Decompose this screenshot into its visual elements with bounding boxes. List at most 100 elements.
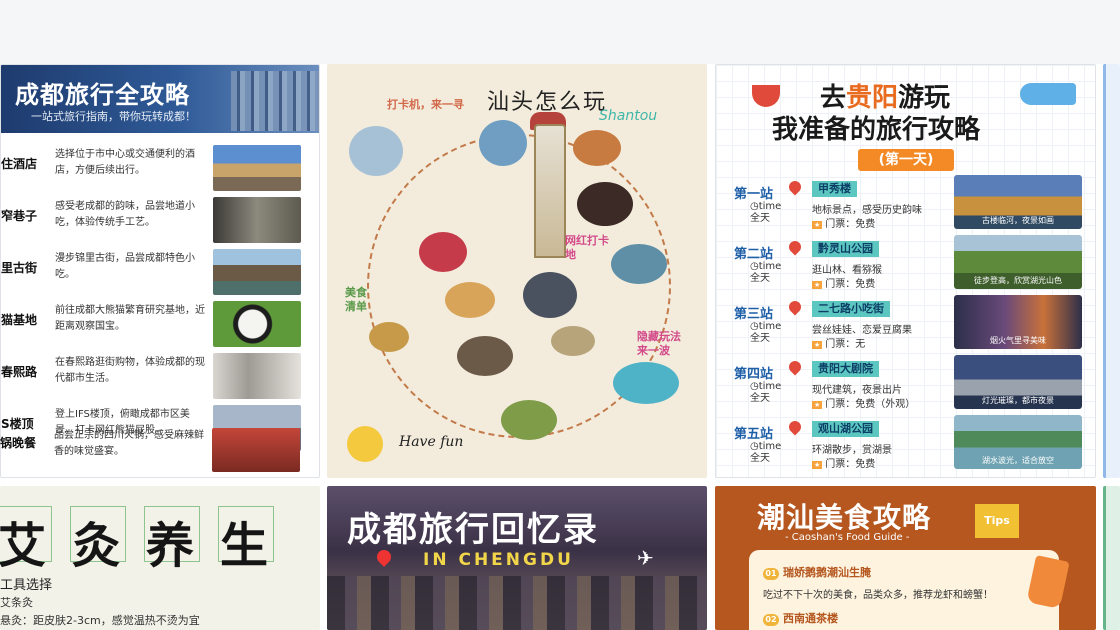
stop-time: ◷time 全天: [750, 441, 782, 464]
duration: 全天: [750, 273, 770, 284]
stop-ticket: ★ 门票：无: [812, 335, 865, 350]
item-desc: 在春熙路逛街购物，体验成都的现代都市生活。: [55, 357, 205, 384]
card-chaoshan-food[interactable]: 潮汕美食攻略 - Caoshan's Food Guide - Tips 01 瑞…: [715, 486, 1096, 630]
stop-time: ◷time 全天: [750, 381, 782, 404]
photo-blob: [479, 120, 527, 166]
ticket-icon: ★: [812, 461, 823, 469]
shantou-subtitle: Shantou: [599, 108, 658, 124]
stop-desc: 尝丝娃娃、恋爱豆腐果: [812, 325, 912, 336]
ticket-icon: ★: [812, 281, 823, 289]
duration: 全天: [750, 333, 770, 344]
stop-desc: 逛山林、看猕猴: [812, 265, 882, 276]
ticket-text: 门票：免费: [825, 279, 876, 290]
title-char: 生: [220, 518, 269, 574]
photo-blob: [457, 336, 513, 376]
stop-photo: 灯光璀璨，都市夜景: [954, 355, 1082, 409]
content-panel: 01 瑞娇鹅鹅潮汕生腌 吃过不下十次的美食，品类众多，推荐龙虾和螃蟹！ 02 西南通…: [749, 550, 1059, 630]
stop-place: 观山湖公园: [812, 421, 879, 437]
item-desc: 漫步锦里古街，品尝成都特色小吃。: [55, 253, 195, 280]
food-photo: [523, 272, 577, 318]
top-toolbar-area: [0, 0, 1120, 64]
tag-food-list: 美食清单: [345, 286, 367, 313]
location-pin-icon: [786, 418, 804, 436]
panda-photo: [213, 301, 301, 347]
location-pin-icon: [786, 238, 804, 256]
memory-subtitle: IN CHENGDU: [423, 550, 574, 570]
stop-photo: 古楼临河，夜景如画: [954, 175, 1082, 229]
list-item: 住酒店 选择位于市中心或交通便利的酒店，方便后续出行。: [1, 143, 319, 193]
card-chengdu-travel-guide[interactable]: 成都旅行全攻略 一站式旅行指南，带你玩转成都！ 住酒店 选择位于市中心或交通便利…: [0, 64, 320, 478]
train-icon: [1020, 83, 1076, 105]
stop-desc: 现代建筑，夜景出片: [812, 385, 902, 396]
card-moxibustion[interactable]: 艾 灸 养 生 工具选择 艾条灸 悬灸：距皮肤2-3cm，感觉温热不烫为宜: [0, 486, 320, 630]
hotpot-photo: [212, 428, 300, 472]
photo-blob: [577, 182, 633, 226]
list-item: 窄巷子 感受老成都的韵味，品尝地道小吃，体验传统手工艺。: [1, 195, 319, 245]
stop-row: 第一站 甲秀楼 ◷time 全天 地标景点，感受历史韵味 ★ 门票：免费 古楼临河，…: [716, 171, 1095, 231]
food-photo: [369, 322, 409, 352]
item-title-text: 西南通茶楼: [783, 612, 838, 625]
time-label: time: [758, 201, 782, 212]
stop-desc: 地标景点，感受历史韵味: [812, 205, 922, 216]
item-title-text: 瑞娇鹅鹅潮汕生腌: [783, 566, 871, 579]
tips-badge: Tips: [975, 504, 1019, 538]
photo-caption: 烟火气里寻美味: [990, 336, 1046, 345]
item-name: 窄巷子: [1, 209, 38, 223]
stop-label: 第四站: [734, 367, 774, 382]
section-heading: 工具选择: [0, 578, 53, 593]
lighthouse-icon: [534, 124, 566, 258]
item-desc: 选择位于市中心或交通便利的酒店，方便后续出行。: [55, 149, 195, 176]
stop-place: 二七路小吃街: [812, 301, 890, 317]
photo-caption: 灯光璀璨，都市夜景: [982, 396, 1054, 405]
shopping-street-photo: [213, 353, 301, 399]
memory-title: 成都旅行回忆录: [347, 510, 599, 550]
item-name: 猫基地: [1, 313, 38, 327]
ticket-text: 门票：无: [825, 339, 866, 350]
chengdu-banner: 成都旅行全攻略 一站式旅行指南，带你玩转成都！: [1, 65, 319, 133]
card-chengdu-memory[interactable]: 成都旅行回忆录 IN CHENGDU ✈: [327, 486, 707, 630]
stop-place: 黔灵山公园: [812, 241, 879, 257]
chaoshan-subtitle: - Caoshan's Food Guide -: [785, 532, 910, 543]
card-shantou-guide[interactable]: 汕头怎么玩 Shantou 打卡机，来一寻 网红打卡地 美食清单 隐藏玩法来一波…: [327, 64, 707, 478]
street-photo: [327, 576, 707, 630]
tag-checkin: 打卡机，来一寻: [387, 98, 464, 111]
item-desc: 吃过不下十次的美食，品类众多，推荐龙虾和螃蟹！: [763, 590, 993, 601]
list-item: 锅晚餐 品尝正宗的四川火锅，感受麻辣鲜香的味觉盛宴。: [0, 428, 320, 476]
title-char: 灸: [72, 518, 121, 574]
duration: 全天: [750, 213, 770, 224]
food-photo: [551, 326, 595, 356]
stop-photo: 烟火气里寻美味: [954, 295, 1082, 349]
food-photo: [445, 282, 495, 318]
time-label: time: [758, 381, 782, 392]
time-label: time: [758, 321, 782, 332]
ticket-icon: ★: [812, 401, 823, 409]
drink-photo: [419, 232, 467, 272]
stop-label: 第一站: [734, 187, 774, 202]
item-name: 住酒店: [1, 157, 38, 171]
item-name: 锅晚餐: [0, 436, 37, 450]
title-char: 艾: [0, 518, 47, 574]
duration: 全天: [750, 393, 770, 404]
guiyang-title-line2: 我准备的旅行攻略: [772, 115, 981, 145]
have-fun-text: Have fun: [399, 434, 464, 450]
stop-photo: 湖水波光，适合放空: [954, 415, 1082, 469]
card-partial-right-bottom[interactable]: [1103, 486, 1120, 630]
stop-ticket: ★ 门票：免费（外观）: [812, 395, 915, 410]
duration: 全天: [750, 453, 770, 464]
ticket-icon: ★: [812, 341, 823, 349]
photo-caption: 古楼临河，夜景如画: [982, 216, 1054, 225]
day-badge: (第一天): [858, 149, 954, 171]
stop-row: 第四站 贵阳大剧院 ◷time 全天 现代建筑，夜景出片 ★ 门票：免费（外观） 灯…: [716, 351, 1095, 411]
item-number: 02: [763, 614, 779, 626]
item-number: 01: [763, 568, 779, 580]
card-guiyang-guide[interactable]: 去贵阳游玩 我准备的旅行攻略 (第一天) 第一站 甲秀楼 ◷time 全天 地标景…: [715, 64, 1096, 478]
card-partial-right[interactable]: [1103, 64, 1120, 478]
chengdu-subtitle: 一站式旅行指南，带你玩转成都！: [31, 110, 196, 123]
photo-caption: 湖水波光，适合放空: [982, 456, 1054, 465]
time-label: time: [758, 441, 782, 452]
stop-desc: 环湖散步，赏湖景: [812, 445, 892, 456]
item-title: 01 瑞娇鹅鹅潮汕生腌: [763, 564, 871, 580]
location-pin-icon: [786, 178, 804, 196]
item-desc: 品尝正宗的四川火锅，感受麻辣鲜香的味觉盛宴。: [54, 430, 204, 457]
stop-time: ◷time 全天: [750, 321, 782, 344]
